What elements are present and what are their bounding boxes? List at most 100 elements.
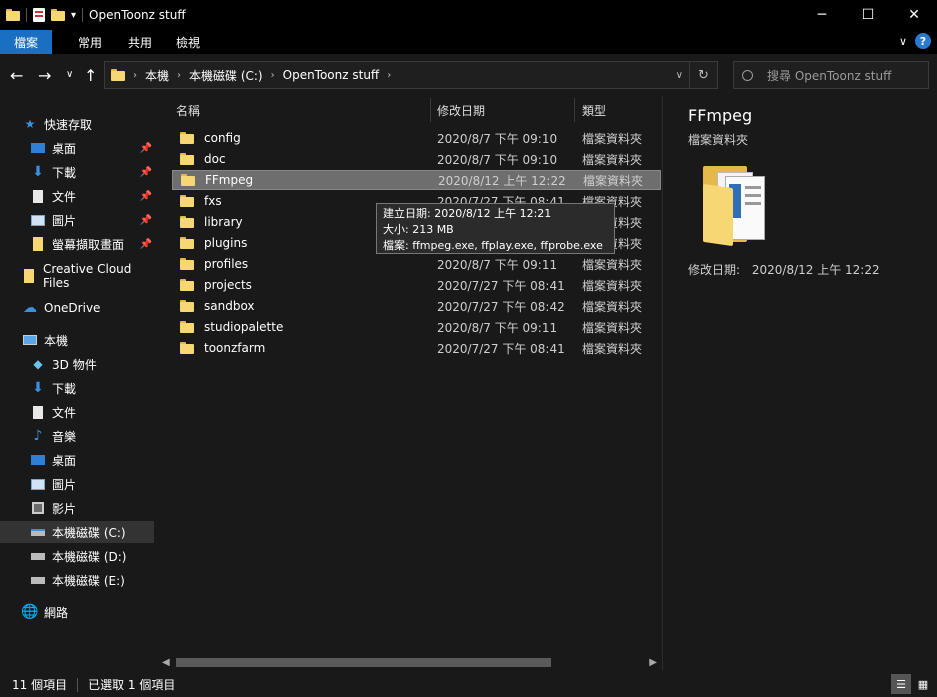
search-input[interactable]: 搜尋 OpenToonz stuff — [733, 61, 929, 89]
back-button[interactable]: ← — [10, 66, 23, 85]
sidebar-item-pictures-pc[interactable]: 圖片 — [0, 473, 154, 495]
preview-type: 檔案資料夾 — [688, 133, 749, 147]
sidebar-item-label: 3D 物件 — [52, 357, 97, 372]
sidebar-item-quick-access[interactable]: ★ 快速存取 — [0, 113, 154, 135]
column-divider[interactable] — [430, 98, 431, 122]
folder-icon — [180, 342, 194, 354]
sidebar-item-desktop-pc[interactable]: 桌面 — [0, 449, 154, 471]
sidebar-item-documents-pc[interactable]: 文件 — [0, 401, 154, 423]
table-row-selected[interactable]: FFmpeg 2020/8/12 上午 12:22 檔案資料夾 — [172, 170, 661, 190]
forward-button[interactable]: → — [38, 66, 51, 85]
minimize-button[interactable]: ─ — [799, 0, 845, 30]
refresh-button[interactable]: ↻ — [689, 62, 717, 88]
tab-view[interactable]: 檢視 — [164, 30, 212, 54]
sidebar-item-label: 螢幕擷取畫面 — [52, 237, 125, 252]
properties-icon[interactable] — [33, 8, 45, 22]
cloud-icon: ☁ — [23, 300, 37, 316]
table-row[interactable]: studiopalette 2020/8/7 下午 09:11 檔案資料夾 — [172, 317, 661, 337]
file-name: config — [204, 131, 241, 145]
tab-home[interactable]: 常用 — [64, 30, 116, 54]
address-bar[interactable]: › 本機 › 本機磁碟 (C:) › OpenToonz stuff › ∨ ↻ — [104, 61, 718, 89]
ribbon-tabs: 檔案 常用 共用 檢視 ∨ ? — [0, 30, 937, 54]
close-button[interactable]: ✕ — [891, 0, 937, 30]
download-icon: ⬇ — [32, 164, 44, 180]
recent-locations-button[interactable]: ∨ — [66, 69, 73, 80]
file-name: projects — [204, 278, 252, 292]
sidebar-item-drive-c[interactable]: 本機磁碟 (C:) — [0, 521, 154, 543]
window-controls: ─ ☐ ✕ — [799, 0, 937, 30]
details-view-icon[interactable]: ☰ — [891, 674, 911, 694]
document-icon — [30, 404, 46, 420]
expand-ribbon-icon[interactable]: ∨ — [899, 35, 907, 48]
column-header-type[interactable]: 類型 — [582, 98, 606, 122]
sidebar-item-music[interactable]: ♪ 音樂 — [0, 425, 154, 447]
maximize-button[interactable]: ☐ — [845, 0, 891, 30]
sidebar-item-label: 桌面 — [52, 141, 77, 156]
table-row[interactable]: sandbox 2020/7/27 下午 08:42 檔案資料夾 — [172, 296, 661, 316]
table-row[interactable]: toonzfarm 2020/7/27 下午 08:41 檔案資料夾 — [172, 338, 661, 358]
file-date: 2020/8/7 下午 09:11 — [437, 257, 558, 272]
sidebar-item-screenshots[interactable]: 螢幕擷取畫面 📌 — [0, 233, 154, 255]
address-dropdown-icon[interactable]: ∨ — [676, 70, 683, 81]
preview-modified: 修改日期: 2020/8/12 上午 12:22 — [688, 261, 880, 278]
sidebar-item-videos[interactable]: 影片 — [0, 497, 154, 519]
pin-icon: 📌 — [139, 142, 152, 154]
tooltip-size: 大小: 213 MB — [383, 223, 454, 236]
item-count: 11 個項目 — [12, 678, 68, 692]
sidebar-item-label: 網路 — [44, 605, 69, 620]
file-name: library — [204, 215, 243, 229]
sidebar-item-label: 圖片 — [52, 213, 77, 228]
sidebar-item-pictures[interactable]: 圖片 📌 — [0, 209, 154, 231]
scroll-right-icon[interactable]: ▶ — [649, 657, 657, 668]
table-row[interactable]: config 2020/8/7 下午 09:10 檔案資料夾 — [172, 128, 661, 148]
pin-icon: 📌 — [139, 190, 152, 202]
sidebar-item-downloads[interactable]: ⬇ 下載 📌 — [0, 161, 154, 183]
help-icon[interactable]: ? — [915, 33, 931, 49]
file-type: 檔案資料夾 — [582, 320, 643, 335]
column-header-name[interactable]: 名稱 — [176, 98, 200, 122]
sidebar-item-drive-d[interactable]: 本機磁碟 (D:) — [0, 545, 154, 567]
preview-date-label: 修改日期: — [688, 263, 741, 277]
table-row[interactable]: profiles 2020/8/7 下午 09:11 檔案資料夾 — [172, 254, 661, 274]
large-folder-icon — [703, 162, 767, 247]
breadcrumb-chevron[interactable]: › — [177, 70, 181, 81]
breadcrumb-chevron[interactable]: › — [271, 70, 275, 81]
sidebar-item-drive-e[interactable]: 本機磁碟 (E:) — [0, 569, 154, 591]
folder-icon — [180, 216, 194, 228]
sidebar-item-downloads-pc[interactable]: ⬇ 下載 — [0, 377, 154, 399]
selection-count: 已選取 1 個項目 — [88, 678, 176, 692]
horizontal-scrollbar[interactable]: ◀ ▶ — [158, 655, 661, 670]
tab-share[interactable]: 共用 — [116, 30, 164, 54]
file-name: toonzfarm — [204, 341, 266, 355]
sidebar-item-creative-cloud[interactable]: Creative Cloud Files — [0, 262, 154, 290]
sidebar-item-onedrive[interactable]: ☁ OneDrive — [0, 297, 154, 319]
tab-file[interactable]: 檔案 — [0, 30, 53, 54]
column-divider[interactable] — [574, 98, 575, 122]
file-date: 2020/7/27 下午 08:41 — [437, 341, 565, 356]
sidebar-item-3d-objects[interactable]: ◆ 3D 物件 — [0, 353, 154, 375]
breadcrumb-this-pc[interactable]: 本機 — [145, 67, 169, 84]
large-icons-view-icon[interactable]: ▦ — [913, 674, 933, 694]
breadcrumb-chevron[interactable]: › — [387, 70, 391, 81]
table-row[interactable]: projects 2020/7/27 下午 08:41 檔案資料夾 — [172, 275, 661, 295]
sidebar-item-this-pc[interactable]: 本機 — [0, 329, 154, 351]
breadcrumb-chevron[interactable]: › — [133, 70, 137, 81]
sidebar-item-desktop[interactable]: 桌面 📌 — [0, 137, 154, 159]
table-row[interactable]: doc 2020/8/7 下午 09:10 檔案資料夾 — [172, 149, 661, 169]
tooltip-created: 建立日期: 2020/8/12 上午 12:21 — [383, 207, 552, 220]
new-folder-icon[interactable] — [51, 9, 65, 21]
file-date: 2020/8/7 下午 09:11 — [437, 320, 558, 335]
title-bar: ▾ OpenToonz stuff ─ ☐ ✕ — [0, 0, 937, 30]
sidebar-item-network[interactable]: 🌐 網路 — [0, 601, 154, 623]
scroll-left-icon[interactable]: ◀ — [162, 657, 170, 668]
breadcrumb-drive-c[interactable]: 本機磁碟 (C:) — [189, 67, 263, 84]
column-header-date[interactable]: 修改日期 — [437, 98, 485, 122]
folder-icon — [180, 237, 194, 249]
up-button[interactable]: ↑ — [84, 66, 97, 85]
scrollbar-thumb[interactable] — [176, 658, 551, 667]
breadcrumb-current-folder[interactable]: OpenToonz stuff — [283, 68, 380, 82]
customize-toolbar-icon[interactable]: ▾ — [71, 10, 76, 21]
file-name: fxs — [204, 194, 222, 208]
sidebar-item-documents[interactable]: 文件 📌 — [0, 185, 154, 207]
file-name: sandbox — [204, 299, 255, 313]
